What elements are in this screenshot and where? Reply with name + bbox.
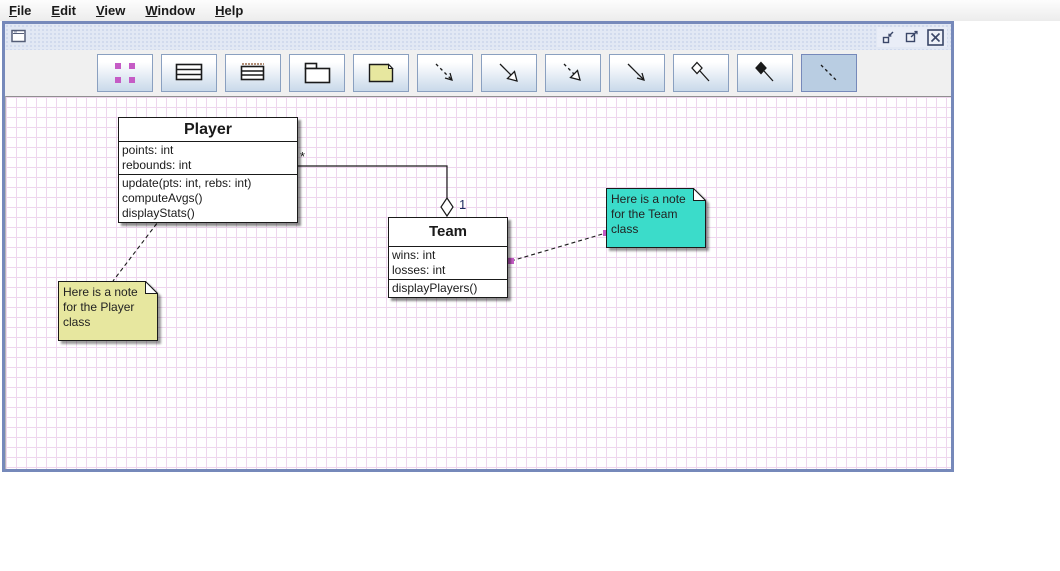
- methods-section: displayPlayers(): [389, 279, 507, 297]
- maximize-button[interactable]: [903, 28, 921, 46]
- dashed-triangle-arrow-icon: [563, 63, 581, 81]
- menu-item-file[interactable]: File: [6, 1, 40, 20]
- frame-titlebar[interactable]: [5, 24, 951, 50]
- field: points: int: [122, 143, 174, 157]
- aggregation-edge-tool-button[interactable]: [673, 54, 729, 92]
- class-name: Team: [428, 223, 468, 240]
- composition-edge-tool-button[interactable]: [737, 54, 793, 92]
- solid-open-arrow-icon: [627, 63, 645, 81]
- menu-bar: File Edit View Window Help: [0, 0, 1060, 21]
- note-connector-tool-button[interactable]: [801, 54, 857, 92]
- aggregation-edge: * 1: [298, 149, 466, 218]
- association-edge-tool-button[interactable]: [609, 54, 665, 92]
- method: update(pts: int, rebs: int): [122, 176, 252, 190]
- class-node-team[interactable]: Team wins: int losses: int displayPlayer…: [388, 217, 508, 298]
- grabber-dots-icon: [115, 63, 135, 83]
- note-text: Here is a note for the Player class: [63, 285, 138, 329]
- solid-triangle-arrow-icon: [499, 63, 518, 82]
- class-name: Player: [183, 121, 233, 138]
- hollow-diamond-edge-icon: [691, 61, 710, 82]
- frame-controls: [877, 27, 947, 47]
- close-button[interactable]: [926, 28, 944, 46]
- dashed-line-icon: [820, 64, 838, 82]
- note-text: Here is a note for the Team class: [611, 192, 686, 236]
- dependency-edge-tool-button[interactable]: [417, 54, 473, 92]
- note-connector-player: [112, 217, 162, 282]
- interface-box-icon: [240, 63, 265, 81]
- package-node-tool-button[interactable]: [289, 54, 345, 92]
- method: displayStats(): [122, 206, 195, 220]
- note-node-team[interactable]: Here is a note for the Team class: [606, 188, 706, 248]
- menu-item-window[interactable]: Window: [142, 1, 204, 20]
- fields-section: wins: int losses: int: [389, 246, 507, 279]
- fields-section: points: int rebounds: int: [119, 141, 297, 174]
- methods-section: update(pts: int, rebs: int) computeAvgs(…: [119, 174, 297, 222]
- note-node-player[interactable]: Here is a note for the Player class: [58, 281, 158, 341]
- field: losses: int: [392, 263, 446, 277]
- selection-tool-button[interactable]: [97, 54, 153, 92]
- class-node-tool-button[interactable]: [161, 54, 217, 92]
- diagram-canvas[interactable]: * 1 Player points: int rebounds: int upd…: [5, 96, 951, 469]
- sticky-note-icon: [368, 63, 394, 83]
- diagram-toolbar: [5, 50, 951, 96]
- diagram-internal-frame: * 1 Player points: int rebounds: int upd…: [2, 21, 954, 472]
- field: rebounds: int: [122, 158, 192, 172]
- class-node-player[interactable]: Player points: int rebounds: int update(…: [118, 117, 298, 223]
- field: wins: int: [392, 248, 436, 262]
- dashed-open-arrow-icon: [435, 63, 453, 81]
- aggregation-diamond: [440, 196, 454, 218]
- edge-handle-source[interactable]: [508, 258, 514, 264]
- package-folder-icon: [304, 62, 331, 84]
- multiplicity-source-label: *: [300, 149, 305, 164]
- menu-item-view[interactable]: View: [93, 1, 134, 20]
- application-window: File Edit View Window Help * 1 Player po…: [0, 0, 1060, 571]
- window-icon: [10, 29, 28, 45]
- inheritance-edge-tool-button[interactable]: [481, 54, 537, 92]
- method: displayPlayers(): [392, 281, 478, 295]
- interface-node-tool-button[interactable]: [225, 54, 281, 92]
- realization-edge-tool-button[interactable]: [545, 54, 601, 92]
- note-connector-team: [508, 230, 609, 264]
- menu-item-help[interactable]: Help: [212, 1, 252, 20]
- filled-diamond-edge-icon: [755, 61, 774, 82]
- note-node-tool-button[interactable]: [353, 54, 409, 92]
- multiplicity-target-label: 1: [459, 197, 466, 212]
- method: computeAvgs(): [122, 191, 203, 205]
- menu-item-edit[interactable]: Edit: [48, 1, 85, 20]
- class-box-icon: [175, 63, 203, 81]
- minimize-button[interactable]: [880, 28, 898, 46]
